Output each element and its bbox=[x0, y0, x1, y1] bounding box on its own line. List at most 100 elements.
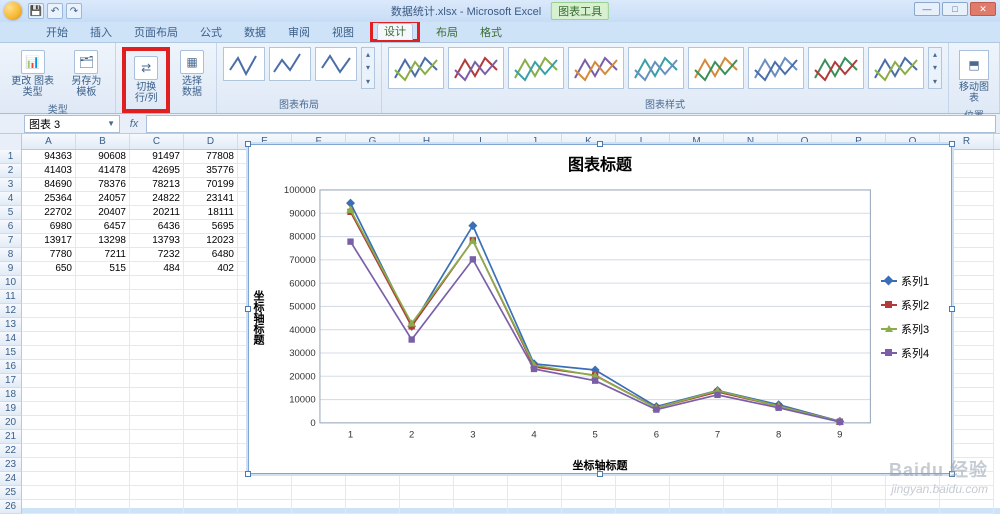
cell[interactable]: 24057 bbox=[76, 192, 130, 206]
row-header[interactable]: 12 bbox=[0, 304, 22, 318]
cell[interactable] bbox=[940, 486, 994, 500]
cell[interactable]: 78213 bbox=[130, 178, 184, 192]
chart-style-option[interactable] bbox=[448, 47, 504, 89]
cell[interactable] bbox=[184, 416, 238, 430]
cell[interactable]: 6457 bbox=[76, 220, 130, 234]
tab-layout[interactable]: 布局 bbox=[430, 22, 464, 42]
tab-formulas[interactable]: 公式 bbox=[194, 22, 228, 42]
cell[interactable] bbox=[832, 486, 886, 500]
cell[interactable] bbox=[184, 318, 238, 332]
cell[interactable] bbox=[130, 416, 184, 430]
cell[interactable] bbox=[184, 402, 238, 416]
row-header[interactable]: 4 bbox=[0, 192, 22, 206]
chart-style-option[interactable] bbox=[388, 47, 444, 89]
cell[interactable] bbox=[22, 472, 76, 486]
cell[interactable] bbox=[724, 500, 778, 514]
minimize-button[interactable]: — bbox=[914, 2, 940, 16]
row-header[interactable]: 19 bbox=[0, 402, 22, 416]
cell[interactable] bbox=[616, 500, 670, 514]
cell[interactable] bbox=[130, 444, 184, 458]
cell[interactable]: 20407 bbox=[76, 206, 130, 220]
formula-bar[interactable] bbox=[146, 115, 996, 133]
chart-layout-option-1[interactable] bbox=[223, 47, 265, 81]
cell[interactable]: 650 bbox=[22, 262, 76, 276]
cell[interactable] bbox=[184, 332, 238, 346]
cell[interactable] bbox=[22, 374, 76, 388]
cell[interactable] bbox=[238, 500, 292, 514]
cell[interactable] bbox=[130, 304, 184, 318]
qat-redo-icon[interactable]: ↷ bbox=[66, 3, 82, 19]
cell[interactable] bbox=[184, 430, 238, 444]
cell[interactable]: 12023 bbox=[184, 234, 238, 248]
cell[interactable] bbox=[238, 486, 292, 500]
row-header[interactable]: 16 bbox=[0, 360, 22, 374]
row-header[interactable]: 14 bbox=[0, 332, 22, 346]
tab-home[interactable]: 开始 bbox=[40, 22, 74, 42]
cell[interactable]: 41403 bbox=[22, 164, 76, 178]
qat-save-icon[interactable]: 💾 bbox=[28, 3, 44, 19]
cell[interactable] bbox=[130, 290, 184, 304]
chart-layout-option-2[interactable] bbox=[269, 47, 311, 81]
chart-title[interactable]: 图表标题 bbox=[249, 145, 951, 177]
cell[interactable] bbox=[76, 458, 130, 472]
cell[interactable] bbox=[130, 332, 184, 346]
cell[interactable] bbox=[184, 500, 238, 514]
cell[interactable] bbox=[76, 318, 130, 332]
chart-style-option[interactable] bbox=[508, 47, 564, 89]
cell[interactable] bbox=[130, 374, 184, 388]
legend-item[interactable]: 系列2 bbox=[881, 297, 945, 313]
row-header[interactable]: 7 bbox=[0, 234, 22, 248]
cell[interactable]: 6480 bbox=[184, 248, 238, 262]
cell[interactable]: 22702 bbox=[22, 206, 76, 220]
cell[interactable] bbox=[22, 500, 76, 514]
qat-undo-icon[interactable]: ↶ bbox=[47, 3, 63, 19]
cell[interactable] bbox=[76, 388, 130, 402]
cell[interactable] bbox=[184, 360, 238, 374]
cell[interactable] bbox=[454, 486, 508, 500]
chart-resize-handle[interactable] bbox=[949, 141, 955, 147]
cell[interactable] bbox=[562, 486, 616, 500]
cell[interactable]: 20211 bbox=[130, 206, 184, 220]
cell[interactable] bbox=[22, 458, 76, 472]
row-header[interactable]: 11 bbox=[0, 290, 22, 304]
chart-layout-option-3[interactable] bbox=[315, 47, 357, 81]
cell[interactable]: 41478 bbox=[76, 164, 130, 178]
cell[interactable] bbox=[22, 346, 76, 360]
cell[interactable] bbox=[130, 346, 184, 360]
cell[interactable] bbox=[184, 304, 238, 318]
column-header[interactable]: C bbox=[130, 134, 184, 149]
cell[interactable] bbox=[400, 486, 454, 500]
close-button[interactable]: ✕ bbox=[970, 2, 996, 16]
row-header[interactable]: 13 bbox=[0, 318, 22, 332]
chart-style-option[interactable] bbox=[808, 47, 864, 89]
cell[interactable] bbox=[346, 500, 400, 514]
cell[interactable]: 7211 bbox=[76, 248, 130, 262]
cell[interactable] bbox=[184, 290, 238, 304]
cell[interactable] bbox=[562, 500, 616, 514]
select-all-corner[interactable] bbox=[0, 134, 22, 150]
cell[interactable] bbox=[292, 500, 346, 514]
chart-style-option[interactable] bbox=[748, 47, 804, 89]
chart-resize-handle[interactable] bbox=[245, 306, 251, 312]
cell[interactable]: 13917 bbox=[22, 234, 76, 248]
cell[interactable] bbox=[22, 444, 76, 458]
cell[interactable] bbox=[76, 486, 130, 500]
row-header[interactable]: 2 bbox=[0, 164, 22, 178]
select-data-button[interactable]: ▦ 选择数据 bbox=[174, 47, 210, 101]
cell[interactable] bbox=[346, 486, 400, 500]
legend-item[interactable]: 系列3 bbox=[881, 321, 945, 337]
row-header[interactable]: 9 bbox=[0, 262, 22, 276]
cell[interactable] bbox=[76, 304, 130, 318]
office-button[interactable] bbox=[4, 2, 22, 20]
cell[interactable] bbox=[130, 430, 184, 444]
cell[interactable] bbox=[832, 500, 886, 514]
cell[interactable] bbox=[454, 500, 508, 514]
cell[interactable] bbox=[76, 416, 130, 430]
cell[interactable] bbox=[184, 444, 238, 458]
row-header[interactable]: 23 bbox=[0, 458, 22, 472]
cell[interactable]: 90608 bbox=[76, 150, 130, 164]
cell[interactable] bbox=[886, 500, 940, 514]
cell[interactable] bbox=[292, 486, 346, 500]
cell[interactable]: 13298 bbox=[76, 234, 130, 248]
cell[interactable] bbox=[22, 290, 76, 304]
